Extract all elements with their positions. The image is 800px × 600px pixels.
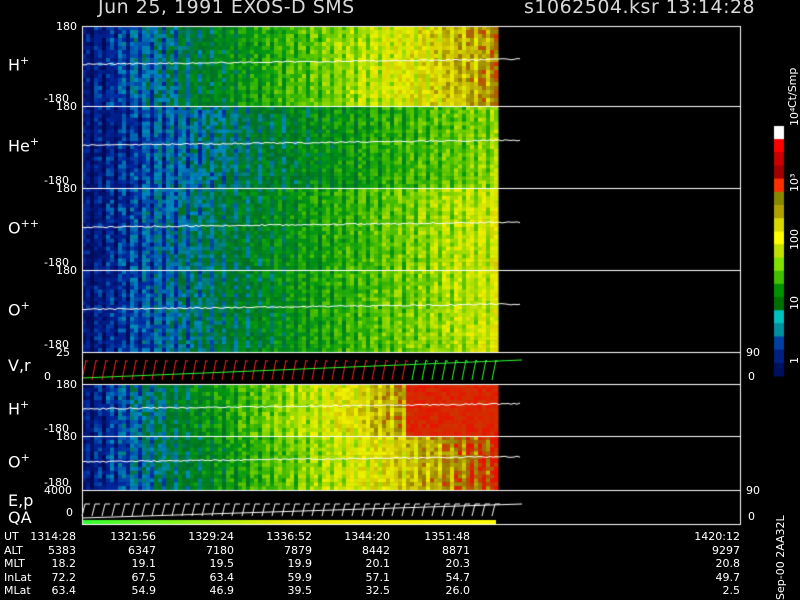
table-cell: 19.1 <box>131 557 157 570</box>
table-cell: 2.5 <box>722 584 741 597</box>
panel-label: He+ <box>8 135 39 155</box>
colorbar-label: 10⁴ <box>788 107 800 126</box>
species-charge: + <box>20 451 30 464</box>
table-cell: 7879 <box>284 543 312 557</box>
table-cell: 18.2 <box>51 557 77 570</box>
colorbar-label: 100 <box>788 229 800 250</box>
table-cell: 59.9 <box>287 570 313 584</box>
y-tick-max: 180 <box>56 182 77 195</box>
y-tick-max: 180 <box>56 20 77 33</box>
table-cell: 63.4 <box>209 570 235 584</box>
species-name: H <box>8 55 21 75</box>
colorbar-label: 10³ <box>788 173 800 192</box>
y-tick-min: 0 <box>44 370 51 383</box>
table-cell: 54.7 <box>445 570 471 584</box>
species-charge: + <box>20 299 30 312</box>
panel-label: O+ <box>8 451 30 471</box>
species-charge: + <box>20 54 30 67</box>
y-tick-max: 180 <box>56 378 77 391</box>
right-tick-bottom: 0 <box>748 510 755 523</box>
table-cell: 9297 <box>712 543 740 557</box>
table-cell: 7180 <box>206 543 234 557</box>
panel-label: V,r <box>8 356 31 375</box>
table-cell: 72.2 <box>51 570 77 584</box>
file-label: s1062504.ksr 13:14:28 <box>524 0 756 18</box>
table-cell: 20.3 <box>445 557 471 570</box>
species-name: He <box>8 136 30 156</box>
table-cell: 26.0 <box>445 584 471 597</box>
table-cell: 20.1 <box>365 557 391 570</box>
y-tick-max: 25 <box>56 346 70 359</box>
species-name: O <box>8 452 21 472</box>
table-cell: 63.4 <box>51 584 77 597</box>
colorbar-label: 10 <box>788 296 800 310</box>
species-name: O <box>8 218 21 238</box>
table-cell: 57.1 <box>365 570 391 584</box>
y-tick-max: 180 <box>56 100 77 113</box>
table-cell: 1329:24 <box>188 530 234 543</box>
table-cell: 46.9 <box>209 584 235 597</box>
table-cell: 1344:20 <box>344 530 390 543</box>
table-cell: 19.9 <box>287 557 313 570</box>
right-tick-top: 90 <box>746 346 760 359</box>
y-tick-max: 180 <box>56 264 77 277</box>
right-tick-bottom: 0 <box>748 370 755 383</box>
table-cell: 39.5 <box>287 584 313 597</box>
table-cell: 1314:28 <box>30 530 76 543</box>
species-name: H <box>8 399 21 419</box>
table-cell: 6347 <box>128 543 156 557</box>
panel-label: H+ <box>8 398 29 418</box>
species-charge: ++ <box>20 217 40 230</box>
right-tick-top: 90 <box>746 484 760 497</box>
table-cell: 19.5 <box>209 557 235 570</box>
table-cell: 8442 <box>362 543 390 557</box>
version-label: Sep-00 2AA32L <box>774 515 787 600</box>
plot-title: Jun 25, 1991 EXOS-D SMS <box>98 0 355 18</box>
table-cell: 1420:12 <box>694 530 740 543</box>
table-cell: 54.9 <box>131 584 157 597</box>
panel-label: O++ <box>8 217 39 237</box>
table-cell: 1321:56 <box>110 530 156 543</box>
panel-label: H+ <box>8 54 29 74</box>
panel-label-qa: QA <box>8 508 32 527</box>
table-cell: 49.7 <box>715 570 741 584</box>
panel-label: O+ <box>8 299 30 319</box>
table-cell: 1336:52 <box>266 530 312 543</box>
table-cell: 67.5 <box>131 570 157 584</box>
y-tick-min: 0 <box>66 506 73 519</box>
spectrogram-canvas <box>0 0 800 600</box>
colorbar-label: 1 <box>788 357 800 364</box>
species-name: O <box>8 300 21 320</box>
table-cell: 1351:48 <box>424 530 470 543</box>
table-cell: 5383 <box>48 543 76 557</box>
colorbar-unit: Ct/Smp <box>786 67 799 108</box>
table-cell: 20.8 <box>715 557 741 570</box>
y-tick-max: 180 <box>56 430 77 443</box>
species-charge: + <box>20 398 30 411</box>
table-cell: 32.5 <box>365 584 391 597</box>
species-name: V,r <box>8 356 31 375</box>
species-charge: + <box>29 135 40 148</box>
table-cell: 8871 <box>442 543 470 557</box>
y-tick-max: 4000 <box>44 484 72 497</box>
